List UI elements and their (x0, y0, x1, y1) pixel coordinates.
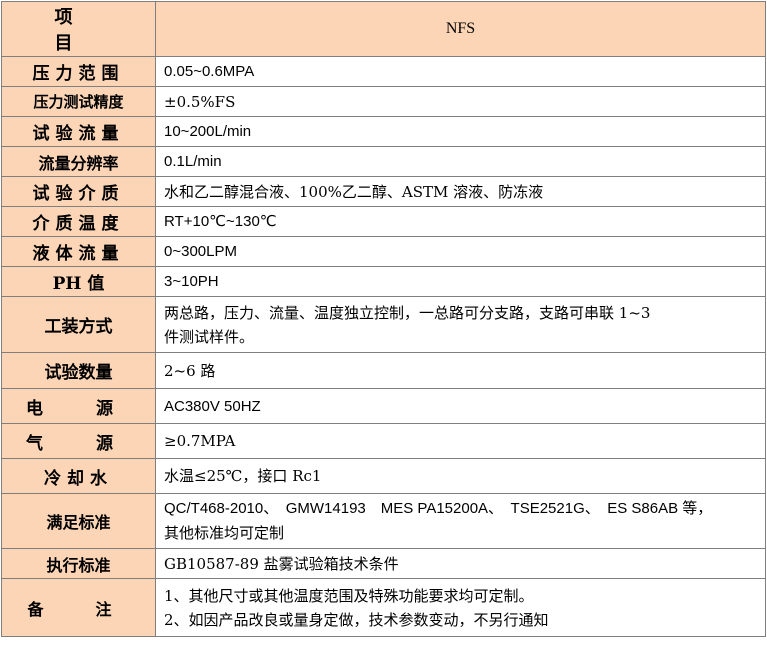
row-value-line: 两总路，压力、流量、温度独立控制，一总路可分支路，支路可串联 1~3 (164, 303, 651, 322)
row-value: 10~200L/min (155, 116, 766, 147)
row-value: 2~6 路 (155, 352, 766, 389)
row-value: 两总路，压力、流量、温度独立控制，一总路可分支路，支路可串联 1~3 件测试样件… (155, 296, 766, 353)
row-value: AC380V 50HZ (155, 388, 766, 424)
table-row: 气 源 ≥0.7MPA (1, 423, 766, 459)
table-row: 试验流量 10~200L/min (1, 116, 766, 147)
table-row: 流量分辨率 0.1L/min (1, 146, 766, 177)
row-value-line: 件测试样件。 (164, 327, 255, 346)
row-label: PH 值 (1, 266, 156, 297)
row-label: 试验数量 (1, 352, 156, 389)
row-value: 1、其他尺寸或其他温度范围及特殊功能要求均可定制。 2、如因产品改良或量身定做，… (155, 578, 766, 637)
table-row: 执行标准 GB10587-89 盐雾试验箱技术条件 (1, 548, 766, 579)
row-value: ±0.5%FS (155, 86, 766, 117)
row-value: 水温≤25℃，接口 Rc1 (155, 458, 766, 494)
table-row: 液体流量 0~300LPM (1, 236, 766, 267)
row-value: QC/T468-2010、 GMW14193 MES PA15200A、 TSE… (155, 493, 766, 549)
row-label: 工装方式 (1, 296, 156, 353)
row-label: 试验介质 (1, 176, 156, 207)
row-label: 电 源 (1, 388, 156, 424)
row-value: RT+10℃~130℃ (155, 206, 766, 237)
header-model: NFS (155, 1, 766, 57)
header-item-label: 项 目 (1, 1, 156, 57)
table-row: 压力测试精度 ±0.5%FS (1, 86, 766, 117)
row-value: 0.1L/min (155, 146, 766, 177)
row-label: 冷却水 (1, 458, 156, 494)
row-label: 压力范围 (1, 56, 156, 87)
row-value: 水和乙二醇混合液、100%乙二醇、ASTM 溶液、防冻液 (155, 176, 766, 207)
row-label: 执行标准 (1, 548, 156, 579)
row-label: 压力测试精度 (1, 86, 156, 117)
table-header-row: 项 目 NFS (1, 1, 766, 57)
row-label: 流量分辨率 (1, 146, 156, 177)
row-value: GB10587-89 盐雾试验箱技术条件 (155, 548, 766, 579)
table-row: PH 值 3~10PH (1, 266, 766, 297)
table-row: 介质温度 RT+10℃~130℃ (1, 206, 766, 237)
table-row: 满足标准 QC/T468-2010、 GMW14193 MES PA15200A… (1, 493, 766, 549)
table-row: 工装方式 两总路，压力、流量、温度独立控制，一总路可分支路，支路可串联 1~3 … (1, 296, 766, 353)
table-row: 电 源 AC380V 50HZ (1, 388, 766, 424)
table-row: 压力范围 0.05~0.6MPA (1, 56, 766, 87)
row-value-line: 2、如因产品改良或量身定做，技术参数变动，不另行通知 (164, 610, 549, 629)
row-value-line: QC/T468-2010、 GMW14193 MES PA15200A、 TSE… (164, 500, 713, 517)
row-value: 3~10PH (155, 266, 766, 297)
table-row: 冷却水 水温≤25℃，接口 Rc1 (1, 458, 766, 494)
row-label: 满足标准 (1, 493, 156, 549)
row-value: 0.05~0.6MPA (155, 56, 766, 87)
row-label: 备 注 (1, 578, 156, 637)
row-value: 0~300LPM (155, 236, 766, 267)
row-label: 液体流量 (1, 236, 156, 267)
row-value-line: 其他标准均可定制 (164, 524, 285, 542)
row-label: 气 源 (1, 423, 156, 459)
table-row: 备 注 1、其他尺寸或其他温度范围及特殊功能要求均可定制。 2、如因产品改良或量… (1, 578, 766, 637)
table-row: 试验介质 水和乙二醇混合液、100%乙二醇、ASTM 溶液、防冻液 (1, 176, 766, 207)
table-row: 试验数量 2~6 路 (1, 352, 766, 389)
row-value: ≥0.7MPA (155, 423, 766, 459)
row-label: 介质温度 (1, 206, 156, 237)
spec-table: 项 目 NFS 压力范围 0.05~0.6MPA 压力测试精度 ±0.5%FS … (1, 1, 766, 637)
row-label: 试验流量 (1, 116, 156, 147)
row-value-line: 1、其他尺寸或其他温度范围及特殊功能要求均可定制。 (164, 586, 534, 605)
